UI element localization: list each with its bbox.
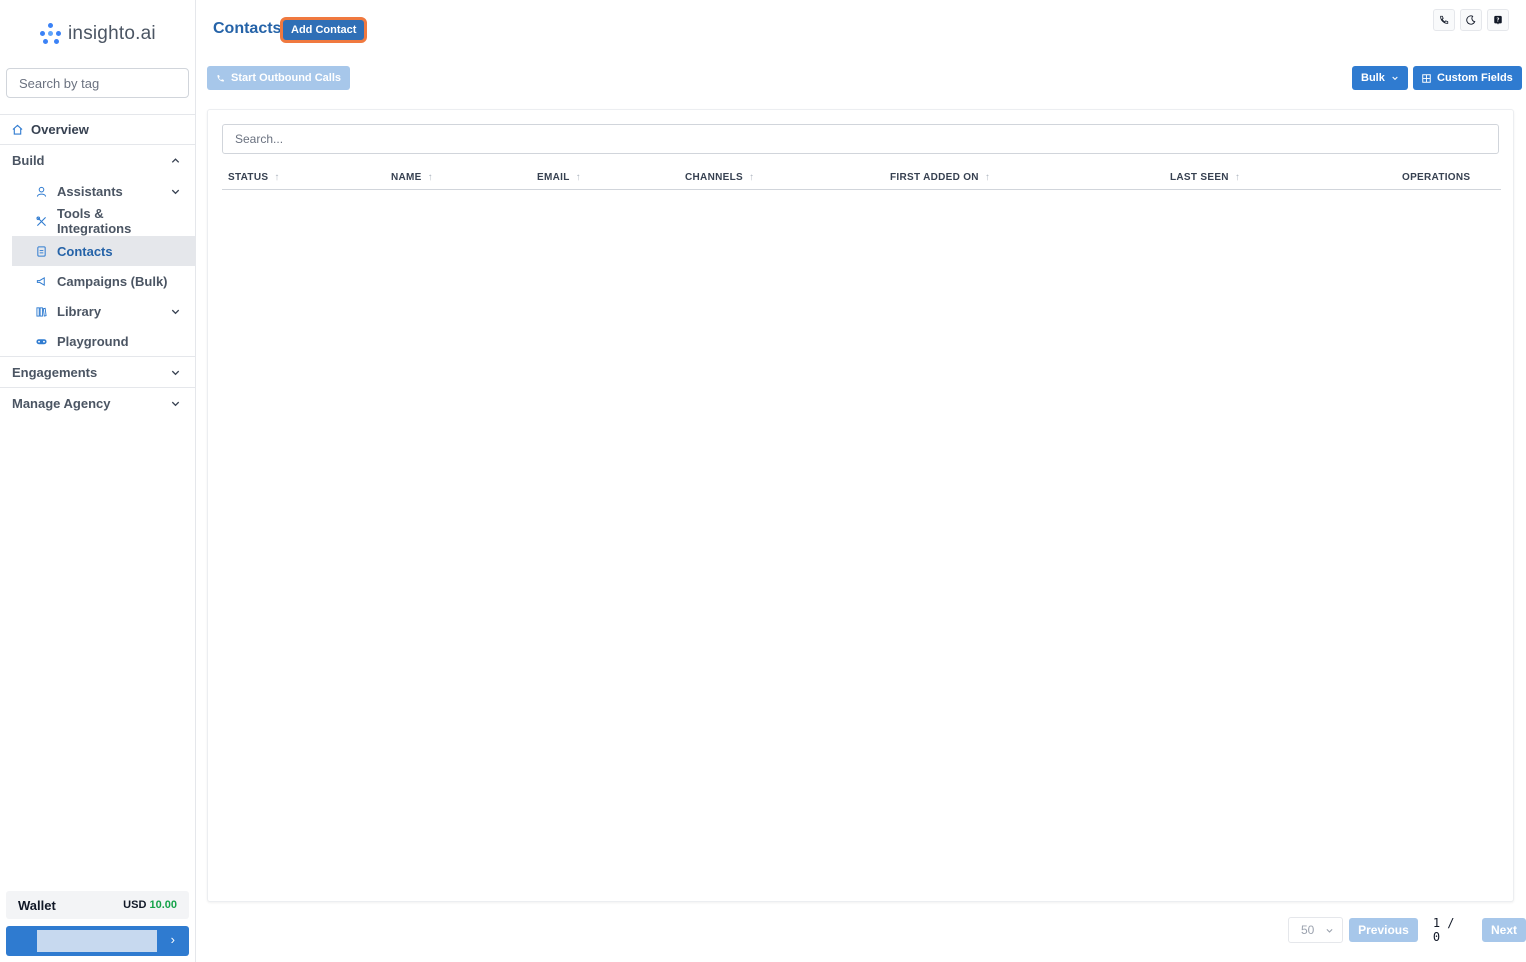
chevron-down-icon xyxy=(1392,76,1398,81)
sort-arrow-icon: ↑ xyxy=(274,172,280,183)
wallet-balance: USD 10.00 xyxy=(123,899,177,911)
sidebar-item-label: Campaigns (Bulk) xyxy=(57,273,168,289)
page-title: Contacts xyxy=(213,20,282,37)
chevron-right-icon: › xyxy=(170,932,175,947)
sidebar-item-label: Library xyxy=(57,303,102,319)
column-header-first-added-on[interactable]: FIRST ADDED ON ↑ xyxy=(890,172,990,183)
account-switcher[interactable]: › xyxy=(6,926,189,956)
gamepad-icon xyxy=(36,338,47,344)
sidebar-section-manage-agency[interactable]: Manage Agency xyxy=(0,388,195,419)
tag-search-box xyxy=(6,68,195,98)
svg-text:?: ? xyxy=(1496,18,1499,24)
sidebar-item-label: Assistants xyxy=(57,183,123,199)
start-outbound-calls-button[interactable]: Start Outbound Calls xyxy=(207,66,350,90)
wallet-label: Wallet xyxy=(18,897,56,913)
table-header: STATUS ↑ NAME ↑ EMAIL ↑ CHANNELS ↑ FIRST ADD… xyxy=(222,168,1501,190)
next-page-button[interactable]: Next xyxy=(1481,918,1526,942)
sidebar-item-contacts[interactable]: Contacts xyxy=(12,236,195,266)
column-header-channels[interactable]: CHANNELS ↑ xyxy=(685,172,754,183)
tag-search-input[interactable] xyxy=(19,75,195,91)
column-header-name[interactable]: NAME ↑ xyxy=(391,172,433,183)
chevron-down-icon xyxy=(171,370,180,375)
column-header-operations: OPERATIONS xyxy=(1402,172,1471,183)
previous-page-button[interactable]: Previous xyxy=(1349,918,1418,942)
chevron-down-icon xyxy=(171,189,180,194)
custom-fields-button[interactable]: Custom Fields xyxy=(1413,66,1522,90)
sort-arrow-icon: ↑ xyxy=(984,172,991,183)
button-label: Bulk xyxy=(1361,72,1385,84)
theme-toggle-button[interactable] xyxy=(1460,9,1482,31)
bulk-dropdown-button[interactable]: Bulk xyxy=(1352,66,1408,90)
sidebar-section-engagements[interactable]: Engagements xyxy=(0,357,195,388)
column-header-email[interactable]: EMAIL ↑ xyxy=(537,172,581,183)
tools-icon xyxy=(36,215,46,226)
top-icon-bar: ? xyxy=(1433,9,1509,31)
library-icon xyxy=(36,306,47,317)
sort-arrow-icon: ↑ xyxy=(1234,172,1241,183)
nav-group-build: Build Assistants Tools & Integrations Co… xyxy=(0,145,195,357)
section-label: Manage Agency xyxy=(12,396,111,411)
contacts-table-panel: STATUS↑ NAME↑ EMAIL↑ CHANNELS↑ FIRST ADD… xyxy=(207,109,1514,902)
page-indicator: 1 / 0 xyxy=(1432,916,1455,944)
section-label: Engagements xyxy=(12,364,98,380)
column-header-status[interactable]: STATUS ↑ xyxy=(228,172,280,183)
sidebar-item-assistants[interactable]: Assistants xyxy=(12,176,195,206)
sidebar-item-overview[interactable]: Overview xyxy=(0,114,195,145)
sidebar-item-library[interactable]: Library xyxy=(12,296,195,326)
user-icon xyxy=(36,186,47,197)
chevron-down-icon xyxy=(171,309,180,314)
fields-icon xyxy=(1422,73,1431,83)
phone-button[interactable] xyxy=(1433,9,1455,31)
page-size-select[interactable]: 50 xyxy=(1288,917,1344,943)
sidebar-item-tools[interactable]: Tools & Integrations xyxy=(12,206,195,236)
logo[interactable]: insighto.ai xyxy=(40,20,156,48)
brand-name: insighto.ai xyxy=(68,23,156,44)
section-label: Build xyxy=(12,153,45,168)
contacts-icon xyxy=(37,245,46,257)
wallet-currency: USD xyxy=(123,899,147,911)
megaphone-icon xyxy=(36,276,45,286)
account-name-redacted xyxy=(37,930,157,952)
sidebar-item-label: Overview xyxy=(31,122,89,137)
wallet-amount: 10.00 xyxy=(149,899,177,911)
sort-arrow-icon: ↑ xyxy=(748,172,755,183)
button-label: Start Outbound Calls xyxy=(231,72,341,84)
home-icon xyxy=(12,124,23,135)
help-icon: ? xyxy=(1494,15,1502,25)
sidebar: insighto.ai Overview Build Assistants xyxy=(0,0,196,962)
phone-icon xyxy=(1440,15,1449,24)
logo-icon xyxy=(40,23,62,45)
sidebar-item-label: Tools & Integrations xyxy=(56,206,132,236)
help-button[interactable]: ? xyxy=(1487,9,1509,31)
button-label: Custom Fields xyxy=(1437,72,1513,84)
chevron-down-icon xyxy=(1326,928,1333,933)
column-header-last-seen[interactable]: LAST SEEN ↑ xyxy=(1170,172,1240,183)
sort-arrow-icon: ↑ xyxy=(427,172,433,183)
sidebar-nav: Overview Build Assistants Tools & Integr… xyxy=(0,114,195,419)
sidebar-section-build[interactable]: Build xyxy=(0,145,195,176)
add-contact-button[interactable]: Add Contact xyxy=(280,17,368,43)
phone-icon xyxy=(217,74,224,82)
sidebar-item-label: Contacts xyxy=(57,243,113,259)
sort-arrow-icon: ↑ xyxy=(575,172,581,183)
sidebar-item-playground[interactable]: Playground xyxy=(12,326,195,356)
contacts-search-input[interactable] xyxy=(222,124,1499,154)
sidebar-item-label: Playground xyxy=(57,333,129,349)
sidebar-item-campaigns[interactable]: Campaigns (Bulk) xyxy=(12,266,195,296)
moon-icon xyxy=(1466,15,1476,25)
page-size-value: 50 xyxy=(1301,923,1315,937)
wallet-panel[interactable]: Wallet USD 10.00 xyxy=(6,891,189,919)
chevron-down-icon xyxy=(171,401,180,407)
chevron-up-icon xyxy=(171,158,180,163)
pagination: 50 Previous 1 / 0 Next xyxy=(1288,916,1526,944)
app-root: insighto.ai Overview Build Assistants xyxy=(0,0,1526,962)
